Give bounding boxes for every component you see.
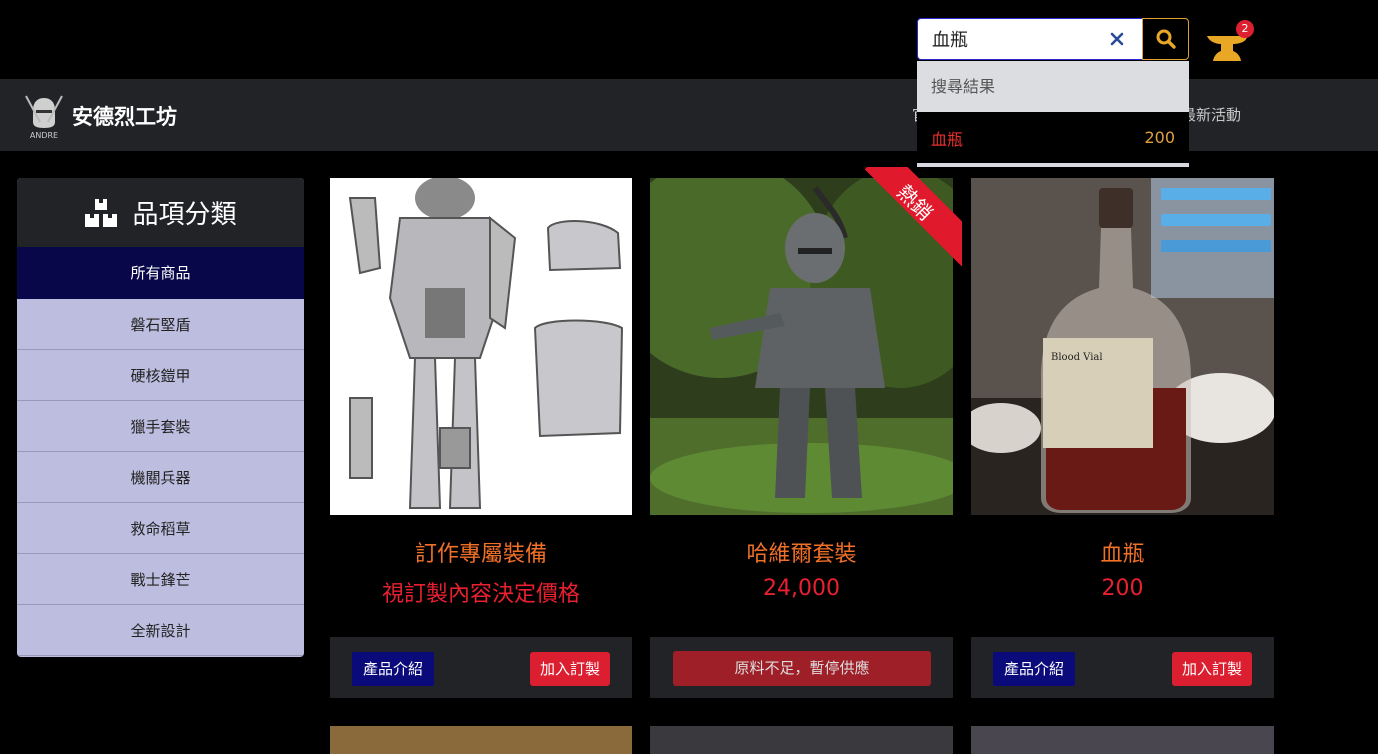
category-hunter-sets[interactable]: 獵手套裝 xyxy=(17,401,304,452)
product-info-button[interactable]: 產品介紹 xyxy=(993,652,1076,686)
search-button[interactable] xyxy=(1142,18,1189,60)
add-to-order-button[interactable]: 加入訂製 xyxy=(1171,652,1252,686)
product-image[interactable] xyxy=(650,726,953,754)
category-warrior-blades[interactable]: 戰士鋒芒 xyxy=(17,554,304,605)
card-footer: 原料不足，暫停供應 xyxy=(650,637,953,698)
product-price: 200 xyxy=(1101,576,1144,601)
out-of-stock-button: 原料不足，暫停供應 xyxy=(673,651,931,686)
results-header: 搜尋結果 xyxy=(917,61,1189,112)
category-mech-weapons[interactable]: 機關兵器 xyxy=(17,452,304,503)
product-image[interactable] xyxy=(330,178,632,515)
search-result-item[interactable]: 血瓶 200 xyxy=(917,112,1189,163)
blood-vial-photo-image: Blood Vial xyxy=(971,178,1274,515)
product-name: 血瓶 xyxy=(1100,542,1145,567)
knight-logo-icon: ANDRE xyxy=(25,95,63,140)
category-new-designs[interactable]: 全新設計 xyxy=(17,605,304,656)
product-image[interactable] xyxy=(971,726,1274,754)
search-box xyxy=(917,18,1189,60)
category-shields[interactable]: 磐石堅盾 xyxy=(17,299,304,350)
search-results-dropdown: 搜尋結果 血瓶 200 xyxy=(917,61,1189,167)
product-price: 24,000 xyxy=(763,576,840,601)
armor-sketch-image xyxy=(330,178,632,515)
product-price: 視訂製內容決定價格 xyxy=(381,582,580,607)
product-image[interactable] xyxy=(330,726,632,754)
card-footer: 產品介紹 加入訂製 xyxy=(330,637,632,698)
card-footer: 產品介紹 加入訂製 xyxy=(971,637,1274,698)
product-info-button[interactable]: 產品介紹 xyxy=(352,652,435,686)
brand-name: 安德烈工坊 xyxy=(72,105,177,129)
result-name: 血瓶 xyxy=(931,129,964,149)
product-name: 訂作專屬裝備 xyxy=(414,542,547,567)
cart-count-badge: 2 xyxy=(1236,20,1254,38)
boxes-icon xyxy=(85,198,118,227)
product-image[interactable]: Blood Vial xyxy=(971,178,1274,515)
result-price: 200 xyxy=(1144,128,1175,147)
sidebar-header: 品項分類 xyxy=(17,178,304,247)
product-name: 哈維爾套裝 xyxy=(746,542,857,567)
cart-button[interactable]: 2 xyxy=(1203,20,1255,64)
product-card: 訂作專屬裝備 視訂製內容決定價格 產品介紹 加入訂製 xyxy=(330,178,632,698)
clear-icon[interactable] xyxy=(1107,29,1127,49)
dropdown-divider xyxy=(917,163,1189,167)
nav-link-news[interactable]: 最新活動 xyxy=(1181,104,1241,125)
category-all[interactable]: 所有商品 xyxy=(17,247,304,299)
category-lifesavers[interactable]: 救命稻草 xyxy=(17,503,304,554)
add-to-order-button[interactable]: 加入訂製 xyxy=(529,652,610,686)
product-card: Blood Vial 血瓶 200 產品介紹 加入訂製 xyxy=(971,178,1274,698)
category-sidebar: 品項分類 所有商品 磐石堅盾 硬核鎧甲 獵手套裝 機關兵器 救命稻草 戰士鋒芒 … xyxy=(17,178,304,657)
sidebar-title: 品項分類 xyxy=(132,200,237,230)
brand[interactable]: ANDRE 安德烈工坊 xyxy=(22,92,177,140)
search-icon xyxy=(1156,29,1176,49)
bottle-label-text: Blood Vial xyxy=(1051,352,1103,363)
logo-text: ANDRE xyxy=(30,131,58,140)
category-armor[interactable]: 硬核鎧甲 xyxy=(17,350,304,401)
hot-seller-ribbon: 熱銷 xyxy=(862,167,962,267)
